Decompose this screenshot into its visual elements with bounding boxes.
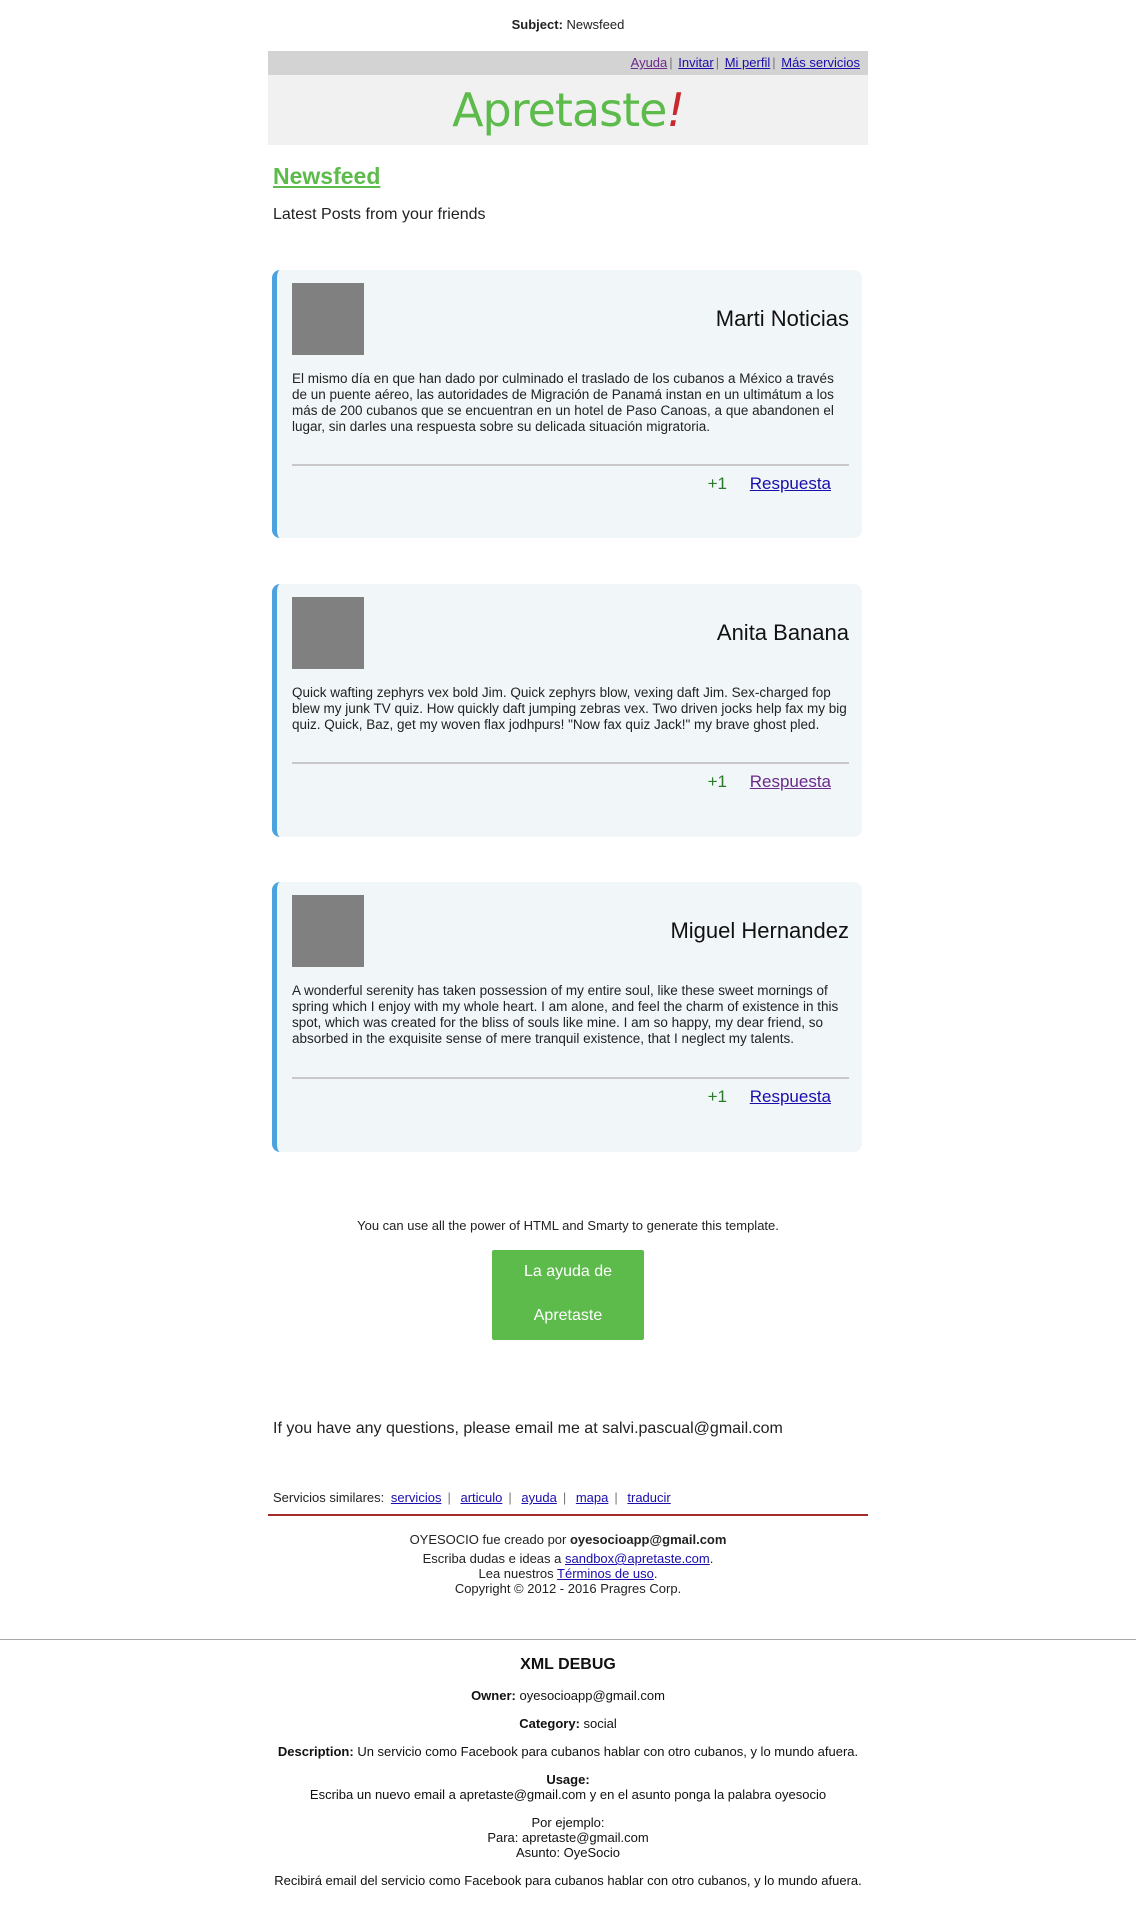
- similar-link-traducir[interactable]: traducir: [627, 1490, 670, 1505]
- post-divider: [292, 464, 849, 466]
- footer-doubts-prefix: Escriba dudas e ideas a: [422, 1551, 562, 1566]
- help-button[interactable]: La ayuda de Apretaste: [492, 1250, 644, 1340]
- similar-link-servicios[interactable]: servicios: [391, 1490, 442, 1505]
- post-text: El mismo día en que han dado por culmina…: [292, 371, 834, 434]
- contact-text: If you have any questions, please email …: [273, 1420, 783, 1437]
- similar-link-articulo[interactable]: articulo: [460, 1490, 502, 1505]
- nav-separator: |: [669, 55, 673, 70]
- logo-text: Apretaste: [452, 83, 667, 137]
- debug-category-label: Category:: [519, 1716, 580, 1731]
- debug-title: XML DEBUG: [520, 1656, 616, 1673]
- similar-services-label: Servicios similares:: [273, 1490, 385, 1505]
- plus-one-button[interactable]: +1: [708, 1087, 727, 1106]
- debug-example-title: Por ejemplo:: [531, 1815, 605, 1830]
- terms-link[interactable]: Términos de uso: [557, 1566, 654, 1581]
- debug-owner: Owner: oyesocioapp@gmail.com: [0, 1688, 1136, 1703]
- nav-separator: |: [772, 55, 776, 70]
- nav-link-mas-servicios[interactable]: Más servicios: [781, 55, 860, 70]
- nav-separator: |: [715, 55, 720, 70]
- reply-link[interactable]: Respuesta: [750, 474, 831, 493]
- footer-divider: [268, 1514, 868, 1516]
- debug-example: Por ejemplo: Para: apretaste@gmail.com A…: [0, 1815, 1136, 1860]
- plus-one-button[interactable]: +1: [708, 772, 727, 791]
- xml-debug-section: XML DEBUG Owner: oyesocioapp@gmail.com C…: [0, 1656, 1136, 1901]
- post-divider: [292, 762, 849, 764]
- link-separator: |: [447, 1490, 451, 1505]
- debug-example-to: Para: apretaste@gmail.com: [487, 1830, 649, 1845]
- help-button-line2: Apretaste: [533, 1307, 603, 1324]
- debug-usage-label: Usage:: [546, 1772, 590, 1787]
- top-nav-bar: Ayuda | Invitar | Mi perfil | Más servicios: [268, 51, 868, 75]
- logo-banner: Apretaste!: [268, 75, 868, 145]
- link-separator: |: [562, 1490, 567, 1505]
- apretaste-logo[interactable]: Apretaste!: [452, 83, 685, 137]
- subject-label: Subject:: [511, 17, 563, 32]
- debug-result: Recibirá email del servicio como Faceboo…: [274, 1873, 862, 1888]
- debug-category: Category: social: [0, 1716, 1136, 1731]
- debug-description-value: Un servicio como Facebook para cubanos h…: [357, 1744, 859, 1759]
- debug-usage-value: Escriba un nuevo email a apretaste@gmail…: [309, 1787, 827, 1802]
- avatar: [292, 283, 364, 355]
- help-button-line1: La ayuda de: [523, 1263, 613, 1280]
- post-card: Miguel Hernandez A wonderful serenity ha…: [272, 882, 862, 1152]
- post-actions: +1 Respuesta: [708, 474, 831, 494]
- debug-description-label: Description:: [277, 1744, 354, 1759]
- similar-link-ayuda[interactable]: ayuda: [521, 1490, 556, 1505]
- debug-example-subject: Asunto: OyeSocio: [515, 1845, 621, 1860]
- nav-link-ayuda[interactable]: Ayuda: [631, 55, 668, 70]
- similar-link-mapa[interactable]: mapa: [576, 1490, 609, 1505]
- footer-created-email: oyesocioapp@gmail.com: [569, 1532, 727, 1547]
- avatar: [292, 597, 364, 669]
- logo-accent: !: [666, 83, 684, 137]
- subject-value: Newsfeed: [566, 17, 625, 32]
- post-divider: [292, 1077, 849, 1079]
- link-separator: |: [614, 1490, 618, 1505]
- footer-created-prefix: OYESOCIO fue creado por: [409, 1532, 567, 1547]
- debug-divider: [0, 1639, 1136, 1640]
- post-card: Anita Banana Quick wafting zephyrs vex b…: [272, 584, 862, 837]
- page-title[interactable]: Newsfeed: [273, 163, 380, 190]
- debug-owner-value: oyesocioapp@gmail.com: [519, 1688, 665, 1703]
- page-subtitle: Latest Posts from your friends: [273, 206, 486, 223]
- reply-link[interactable]: Respuesta: [750, 1087, 831, 1106]
- footer-created: OYESOCIO fue creado por oyesocioapp@gmai…: [0, 1532, 1136, 1547]
- post-card: Marti Noticias El mismo día en que han d…: [272, 270, 862, 538]
- footer-terms-prefix: Lea nuestros: [478, 1566, 554, 1581]
- template-note: You can use all the power of HTML and Sm…: [357, 1218, 779, 1233]
- post-author: Anita Banana: [716, 620, 849, 645]
- nav-link-mi-perfil[interactable]: Mi perfil: [725, 55, 771, 70]
- email-subject: Subject: Newsfeed: [0, 17, 1136, 32]
- plus-one-button[interactable]: +1: [708, 474, 727, 493]
- post-actions: +1 Respuesta: [708, 772, 831, 792]
- footer-copyright: Copyright © 2012 - 2016 Pragres Corp.: [454, 1581, 682, 1596]
- post-author: Miguel Hernandez: [670, 918, 849, 943]
- reply-link[interactable]: Respuesta: [750, 772, 831, 791]
- post-author: Marti Noticias: [715, 306, 849, 331]
- footer: OYESOCIO fue creado por oyesocioapp@gmai…: [0, 1532, 1136, 1596]
- post-text: Quick wafting zephyrs vex bold Jim. Quic…: [292, 685, 847, 732]
- footer-terms: Lea nuestros Términos de uso.: [478, 1566, 658, 1581]
- debug-usage: Usage: Escriba un nuevo email a apretast…: [0, 1772, 1136, 1802]
- avatar: [292, 895, 364, 967]
- nav-link-invitar[interactable]: Invitar: [678, 55, 713, 70]
- post-text: A wonderful serenity has taken possessio…: [292, 983, 839, 1046]
- sandbox-email-link[interactable]: sandbox@apretaste.com: [565, 1551, 710, 1566]
- post-actions: +1 Respuesta: [708, 1087, 831, 1107]
- debug-description: Description: Un servicio como Facebook p…: [0, 1744, 1136, 1759]
- similar-services: Servicios similares: servicios | articulo…: [273, 1490, 674, 1505]
- footer-doubts: Escriba dudas e ideas a sandbox@apretast…: [422, 1551, 714, 1566]
- debug-owner-label: Owner:: [471, 1688, 516, 1703]
- link-separator: |: [508, 1490, 512, 1505]
- debug-category-value: social: [583, 1716, 617, 1731]
